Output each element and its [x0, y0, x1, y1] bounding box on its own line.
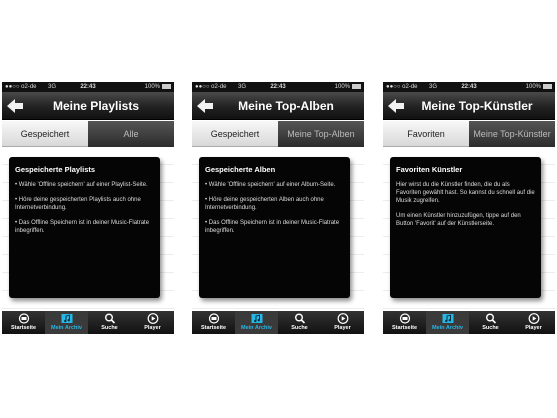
- segmented-control: Gespeichert Meine Top-Alben: [192, 121, 364, 147]
- play-icon: [337, 313, 348, 324]
- tab-label: Mein Archiv: [432, 325, 463, 331]
- tab-label: Startseite: [10, 325, 37, 331]
- page-title: Meine Top-Künstler: [421, 99, 533, 113]
- battery-percent: 100%: [334, 84, 350, 90]
- tab-player[interactable]: Player: [131, 311, 174, 334]
- nav-bar: Meine Playlists: [2, 92, 174, 120]
- tab-label: Startseite: [391, 325, 418, 331]
- info-line: Hier wirst du die Künstler finden, die d…: [396, 182, 535, 204]
- segment-saved[interactable]: Gespeichert: [192, 121, 278, 147]
- tab-startseite[interactable]: Startseite: [192, 311, 235, 334]
- content-area: Gespeicherte Playlists • Wähle 'Offline …: [2, 147, 174, 311]
- phone-screen-playlists: ●●○○ o2-de 3G 22:43 100% Meine Playlists…: [2, 82, 174, 334]
- segment-saved[interactable]: Gespeichert: [2, 121, 88, 147]
- content-area: Gespeicherte Alben • Wähle 'Offline spei…: [192, 147, 364, 311]
- info-line: • Höre deine gespeicherten Playlists auc…: [15, 197, 141, 211]
- info-box: Gespeicherte Alben • Wähle 'Offline spei…: [199, 157, 350, 298]
- music-folder-icon: [251, 314, 262, 323]
- home-icon: [399, 313, 410, 324]
- tab-label: Suche: [101, 325, 118, 331]
- tab-bar: Startseite Mein Archiv Suche Player: [192, 311, 364, 334]
- segmented-control: Favoriten Meine Top-Künstler: [383, 121, 555, 147]
- tab-suche[interactable]: Suche: [278, 311, 321, 334]
- battery-percent: 100%: [144, 84, 160, 90]
- segment-top-albums[interactable]: Meine Top-Alben: [278, 121, 364, 147]
- nav-bar: Meine Top-Künstler: [383, 92, 555, 120]
- search-icon: [104, 313, 115, 324]
- segment-top-artists[interactable]: Meine Top-Künstler: [469, 121, 555, 147]
- tab-label: Mein Archiv: [51, 325, 82, 331]
- info-line: • Das Offline Speichern ist in deiner Mu…: [205, 220, 340, 234]
- page-title: Meine Top-Alben: [238, 99, 334, 113]
- tab-mein-archiv[interactable]: Mein Archiv: [235, 311, 278, 334]
- segment-all[interactable]: Alle: [88, 121, 174, 147]
- segmented-control: Gespeichert Alle: [2, 121, 174, 147]
- info-line: • Wähle 'Offline speichern' auf einer Pl…: [15, 182, 148, 188]
- play-icon: [147, 313, 158, 324]
- info-box: Gespeicherte Playlists • Wähle 'Offline …: [9, 157, 160, 298]
- tab-bar: Startseite Mein Archiv Suche Player: [2, 311, 174, 334]
- battery-percent: 100%: [525, 84, 541, 90]
- tab-suche[interactable]: Suche: [88, 311, 131, 334]
- tab-bar: Startseite Mein Archiv Suche Player: [383, 311, 555, 334]
- info-box: Favoriten Künstler Hier wirst du die Kün…: [390, 157, 541, 298]
- home-icon: [18, 313, 29, 324]
- tab-mein-archiv[interactable]: Mein Archiv: [426, 311, 469, 334]
- tab-startseite[interactable]: Startseite: [2, 311, 45, 334]
- info-line: Um einen Künstler hinzuzufügen, tippe au…: [396, 213, 521, 227]
- status-bar: ●●○○ o2-de 3G 22:43 100%: [383, 82, 555, 92]
- content-area: Favoriten Künstler Hier wirst du die Kün…: [383, 147, 555, 311]
- phone-screen-top-artists: ●●○○ o2-de 3G 22:43 100% Meine Top-Künst…: [383, 82, 555, 334]
- tab-label: Startseite: [200, 325, 227, 331]
- music-folder-icon: [442, 314, 453, 323]
- search-icon: [294, 313, 305, 324]
- tab-label: Player: [334, 325, 351, 331]
- search-icon: [485, 313, 496, 324]
- info-heading: Gespeicherte Playlists: [15, 165, 96, 174]
- music-folder-icon: [61, 314, 72, 323]
- phone-screen-top-albums: ●●○○ o2-de 3G 22:43 100% Meine Top-Alben…: [192, 82, 364, 334]
- tab-label: Suche: [291, 325, 308, 331]
- info-line: • Wähle 'Offline speichern' auf einer Al…: [205, 182, 336, 188]
- tab-suche[interactable]: Suche: [469, 311, 512, 334]
- battery-icon: [543, 84, 552, 89]
- status-bar: ●●○○ o2-de 3G 22:43 100%: [2, 82, 174, 92]
- tab-label: Suche: [482, 325, 499, 331]
- status-bar: ●●○○ o2-de 3G 22:43 100%: [192, 82, 364, 92]
- page-title: Meine Playlists: [52, 99, 140, 113]
- segment-favorites[interactable]: Favoriten: [383, 121, 469, 147]
- tab-label: Mein Archiv: [241, 325, 272, 331]
- home-icon: [208, 313, 219, 324]
- battery-icon: [162, 84, 171, 89]
- tab-player[interactable]: Player: [512, 311, 555, 334]
- battery-icon: [352, 84, 361, 89]
- info-line: • Höre deine gespeicherten Alben auch oh…: [205, 197, 324, 211]
- tab-player[interactable]: Player: [321, 311, 364, 334]
- info-heading: Gespeicherte Alben: [205, 165, 276, 174]
- info-line: • Das Offline Speichern ist in deiner Mu…: [15, 220, 150, 234]
- tab-mein-archiv[interactable]: Mein Archiv: [45, 311, 88, 334]
- tab-startseite[interactable]: Startseite: [383, 311, 426, 334]
- tab-label: Player: [525, 325, 542, 331]
- play-icon: [528, 313, 539, 324]
- nav-bar: Meine Top-Alben: [192, 92, 364, 120]
- info-heading: Favoriten Künstler: [396, 165, 463, 174]
- tab-label: Player: [144, 325, 161, 331]
